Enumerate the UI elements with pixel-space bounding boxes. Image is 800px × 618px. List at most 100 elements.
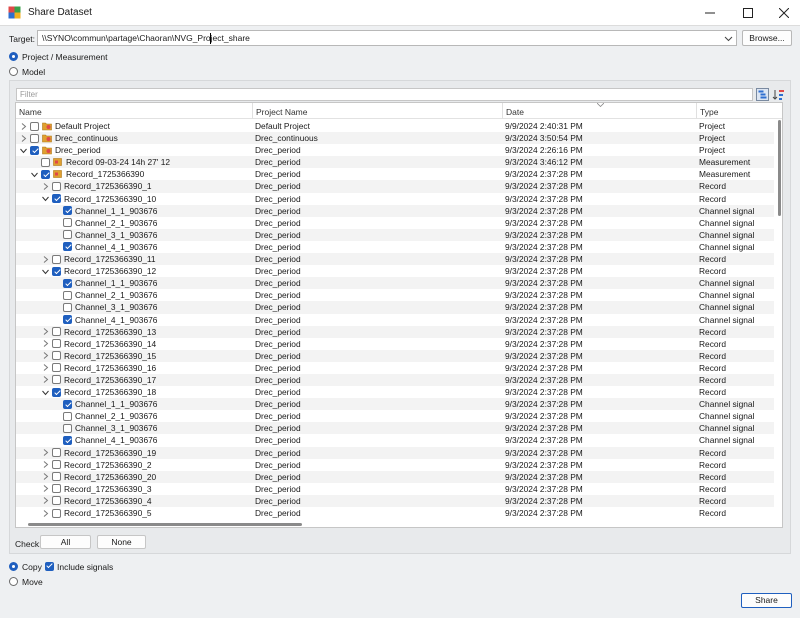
expand-all-icon[interactable] [756,88,769,101]
chevron-right-icon[interactable] [41,460,50,469]
chevron-down-icon[interactable] [19,146,28,155]
table-row[interactable]: Channel_4_1_903676 Drec_period 9/3/2024 2:… [16,241,774,253]
table-row[interactable]: Record_1725366390_12 Drec_period 9/3/2024 … [16,265,774,277]
table-row[interactable]: Record 09-03-24 14h 27' 12 Drec_period 9/3… [16,156,774,169]
row-checkbox[interactable] [63,315,72,324]
column-header-project-name[interactable]: Project Name [256,107,308,117]
maximize-button[interactable] [730,0,766,26]
row-checkbox[interactable] [52,181,61,191]
table-row[interactable]: Record_1725366390_17 Drec_period 9/3/2024 … [16,373,774,387]
row-checkbox[interactable] [52,472,61,482]
table-row[interactable]: Record_1725366390_3 Drec_period 9/3/2024 2… [16,483,774,495]
chevron-right-icon[interactable] [41,509,50,518]
table-row[interactable]: Record_1725366390_15 Drec_period 9/3/2024 … [16,349,774,362]
row-checkbox[interactable] [52,194,61,204]
row-checkbox[interactable] [52,460,61,470]
column-divider[interactable] [696,103,697,119]
chevron-down-icon[interactable] [724,34,733,43]
table-row[interactable]: Channel_3_1_903676 Drec_period 9/3/2024 2:… [16,422,774,435]
table-row[interactable]: Record_1725366390 Drec_period 9/3/2024 2:3… [16,168,774,180]
table-row[interactable]: Channel_2_1_903676 Drec_period 9/3/2024 2:… [16,410,774,422]
row-checkbox[interactable] [41,157,50,167]
row-checkbox[interactable] [63,423,72,433]
row-checkbox[interactable] [63,290,72,300]
row-checkbox[interactable] [63,218,72,228]
chevron-right-icon[interactable] [41,496,50,505]
table-row[interactable]: Record_1725366390_10 Drec_period 9/3/2024 … [16,193,774,205]
column-header-type[interactable]: Type [700,107,718,117]
chevron-right-icon[interactable] [41,351,50,360]
chevron-right-icon[interactable] [41,472,50,481]
radio-move-label[interactable]: Move [22,577,43,587]
table-row[interactable]: Channel_4_1_903676 Drec_period 9/3/2024 2:… [16,434,774,446]
row-checkbox[interactable] [52,508,61,518]
row-checkbox[interactable] [63,399,72,409]
chevron-right-icon[interactable] [41,327,50,336]
radio-model-label[interactable]: Model [22,67,45,77]
radio-model[interactable] [9,67,18,76]
radio-project-measurement-label[interactable]: Project / Measurement [22,52,108,62]
table-row[interactable]: Record_1725366390_5 Drec_period 9/3/2024 2… [16,507,774,519]
row-checkbox[interactable] [52,266,61,276]
browse-button[interactable]: Browse... [742,30,792,46]
include-signals-checkbox[interactable] [45,562,54,571]
horizontal-scroll-thumb[interactable] [28,523,302,526]
vertical-scroll-thumb[interactable] [778,120,781,216]
chevron-right-icon[interactable] [41,255,50,264]
table-row[interactable]: Record_1725366390_20 Drec_period 9/3/2024 … [16,470,774,483]
row-checkbox[interactable] [52,363,61,373]
filter-input[interactable]: Filter [16,88,753,101]
table-row[interactable]: Channel_1_1_903676 Drec_period 9/3/2024 2:… [16,398,774,411]
table-row[interactable]: Channel_1_1_903676 Drec_period 9/3/2024 2:… [16,277,774,290]
table-row[interactable]: Channel_1_1_903676 Drec_period 9/3/2024 2:… [16,204,774,217]
dataset-tree[interactable]: Name Project Name Date Type Default Proj… [15,102,783,528]
table-row[interactable]: Default Project Default Project 9/9/2024 2… [16,120,774,132]
sort-icon[interactable] [772,88,785,101]
table-row[interactable]: Channel_4_1_903676 Drec_period 9/3/2024 2:… [16,314,774,326]
chevron-right-icon[interactable] [41,448,50,457]
row-checkbox[interactable] [52,339,61,349]
row-checkbox[interactable] [30,145,39,155]
table-row[interactable]: Channel_2_1_903676 Drec_period 9/3/2024 2:… [16,289,774,301]
table-row[interactable]: Record_1725366390_14 Drec_period 9/3/2024 … [16,338,774,350]
row-checkbox[interactable] [52,448,61,458]
row-checkbox[interactable] [52,375,61,385]
chevron-right-icon[interactable] [19,134,28,143]
target-combobox[interactable]: \\SYNO\commun\partage\Chaoran\NVG_Projec… [37,30,737,46]
chevron-down-icon[interactable] [41,267,50,276]
column-divider[interactable] [252,103,253,119]
chevron-right-icon[interactable] [41,484,50,493]
table-row[interactable]: Record_1725366390_19 Drec_period 9/3/2024 … [16,446,774,459]
column-header-name[interactable]: Name [19,107,42,117]
row-checkbox[interactable] [63,278,72,288]
close-button[interactable] [766,0,800,26]
row-checkbox[interactable] [63,435,72,445]
row-checkbox[interactable] [63,302,72,312]
table-row[interactable]: Drec_continuous Drec_continuous 9/3/2024 3… [16,132,774,145]
row-checkbox[interactable] [41,169,50,179]
chevron-down-icon[interactable] [30,170,39,179]
check-none-button[interactable]: None [97,535,146,549]
table-row[interactable]: Channel_3_1_903676 Drec_period 9/3/2024 2:… [16,301,774,314]
table-row[interactable]: Drec_period Drec_period 9/3/2024 2:26:16 P… [16,144,774,156]
check-all-button[interactable]: All [40,535,91,549]
column-divider[interactable] [502,103,503,119]
minimize-button[interactable] [692,0,728,26]
radio-project-measurement[interactable] [9,52,18,61]
table-row[interactable]: Record_1725366390_2 Drec_period 9/3/2024 2… [16,459,774,471]
row-checkbox[interactable] [52,351,61,361]
table-row[interactable]: Record_1725366390_18 Drec_period 9/3/2024 … [16,386,774,398]
row-checkbox[interactable] [63,230,72,240]
table-row[interactable]: Record_1725366390_1 Drec_period 9/3/2024 2… [16,180,774,193]
row-checkbox[interactable] [52,484,61,494]
target-value[interactable]: \\SYNO\commun\partage\Chaoran\NVG_Projec… [42,33,250,43]
table-row[interactable]: Channel_3_1_903676 Drec_period 9/3/2024 2:… [16,228,774,241]
table-row[interactable]: Record_1725366390_13 Drec_period 9/3/2024 … [16,325,774,338]
row-checkbox[interactable] [63,242,72,252]
row-checkbox[interactable] [63,411,72,421]
chevron-right-icon[interactable] [41,363,50,372]
radio-copy[interactable] [9,562,18,571]
chevron-right-icon[interactable] [41,375,50,384]
row-checkbox[interactable] [52,254,61,264]
chevron-right-icon[interactable] [41,182,50,191]
